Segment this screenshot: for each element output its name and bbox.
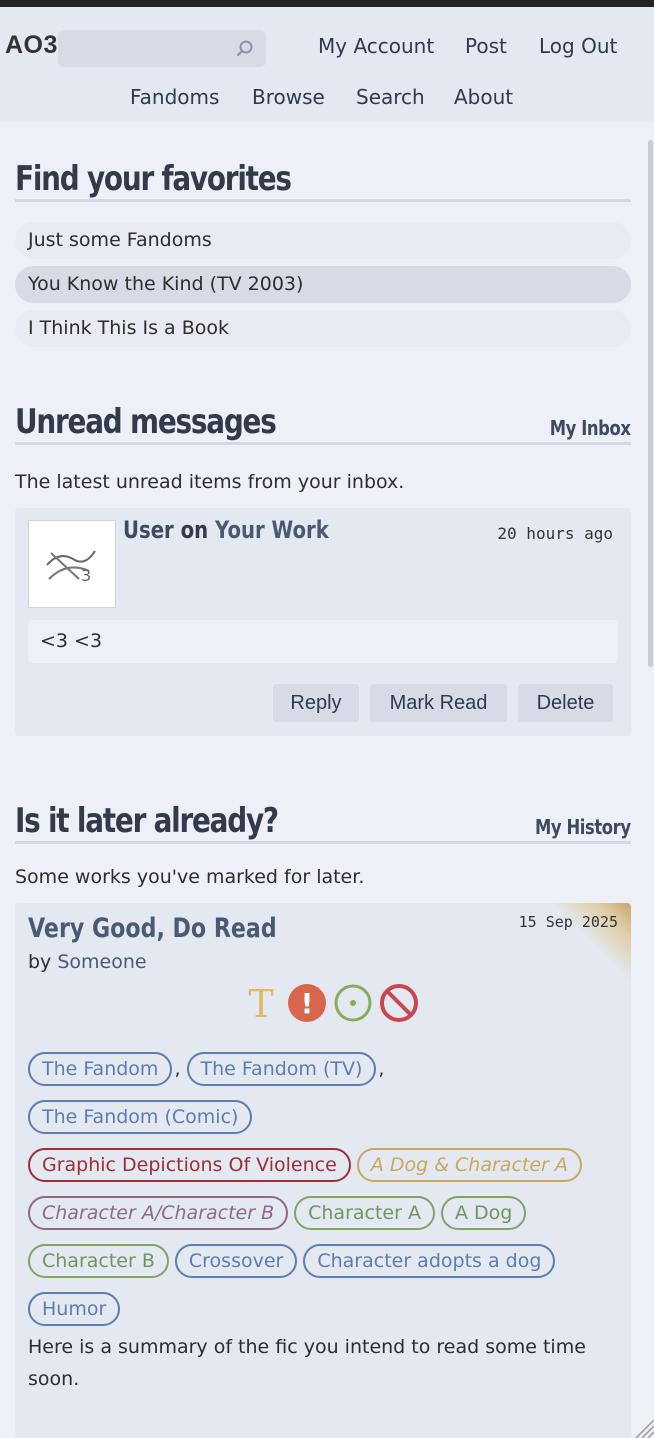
- default-avatar-icon: 3: [46, 550, 96, 585]
- avatar[interactable]: 3: [28, 520, 116, 609]
- work-date: 15 Sep 2025: [518, 913, 618, 932]
- complete-status-icon[interactable]: [379, 983, 419, 1023]
- favorite-item[interactable]: You Know the Kind (TV 2003): [15, 266, 631, 304]
- my-inbox-link[interactable]: My Inbox: [550, 416, 631, 442]
- later-section: Is it later already? My History Some wor…: [15, 801, 631, 1438]
- favorites-heading: Find your favorites: [15, 159, 292, 199]
- later-heading-row: Is it later already? My History: [15, 801, 631, 845]
- svg-text:!: !: [301, 987, 314, 1020]
- nav-browse[interactable]: Browse: [252, 85, 325, 109]
- nav-search[interactable]: Search: [356, 85, 425, 109]
- tag-row: Character B Crossover Character adopts a…: [28, 1237, 618, 1285]
- freeform-tag[interactable]: Character adopts a dog: [303, 1244, 556, 1279]
- nav-fandoms[interactable]: Fandoms: [130, 85, 219, 109]
- message-work-link[interactable]: Your Work: [215, 516, 329, 544]
- relationship-tag[interactable]: A Dog & Character A: [356, 1148, 582, 1183]
- by-label: by: [28, 951, 52, 974]
- work-title-link[interactable]: Very Good, Do Read: [28, 913, 277, 944]
- search-box[interactable]: [58, 30, 266, 67]
- author-link[interactable]: Someone: [57, 951, 146, 973]
- post-link[interactable]: Post: [465, 34, 507, 58]
- messages-heading-row: Unread messages My Inbox: [15, 402, 631, 446]
- character-tag[interactable]: Character A: [294, 1196, 435, 1231]
- message-body: <3 <3: [28, 620, 618, 664]
- favorites-section: Find your favorites Just some Fandoms Yo…: [15, 159, 631, 354]
- later-intro: Some works you've marked for later.: [15, 866, 365, 889]
- site-logo[interactable]: AO3: [5, 31, 58, 60]
- fandom-tag[interactable]: The Fandom (TV): [186, 1052, 377, 1087]
- character-tag[interactable]: A Dog: [440, 1196, 527, 1231]
- messages-heading: Unread messages: [15, 402, 277, 442]
- my-history-link[interactable]: My History: [535, 815, 631, 841]
- tag-row: Graphic Depictions Of Violence A Dog & C…: [28, 1141, 618, 1189]
- site-header: AO3 My Account Post Log Out Fandoms Brow…: [0, 7, 654, 122]
- freeform-tag[interactable]: Crossover: [174, 1244, 298, 1279]
- svg-text:T: T: [248, 983, 273, 1023]
- rating-teen-icon[interactable]: T: [241, 983, 281, 1023]
- log-out-link[interactable]: Log Out: [539, 34, 617, 58]
- work-byline: by Someone: [28, 951, 147, 973]
- warning-icon[interactable]: !: [287, 983, 327, 1023]
- message-item: 3 User on Your Work 20 hours ago <3 <3 R…: [15, 508, 631, 737]
- search-input[interactable]: [58, 30, 266, 67]
- nav-about[interactable]: About: [454, 85, 513, 109]
- reply-button[interactable]: Reply: [273, 684, 359, 723]
- messages-section: Unread messages My Inbox The latest unre…: [15, 402, 631, 737]
- tag-row: Character A/Character B Character A A Do…: [28, 1189, 618, 1237]
- message-timestamp: 20 hours ago: [497, 524, 613, 544]
- warning-tag[interactable]: Graphic Depictions Of Violence: [28, 1148, 351, 1183]
- resize-grip-icon[interactable]: [632, 1416, 654, 1438]
- work-summary: Here is a summary of the fic you intend …: [28, 1336, 586, 1391]
- message-on-label: on: [180, 516, 209, 545]
- freeform-tag[interactable]: Humor: [28, 1292, 121, 1327]
- required-tags: T !: [241, 983, 419, 1023]
- relationship-tag[interactable]: Character A/Character B: [28, 1196, 289, 1231]
- fandom-row: The Fandom, The Fandom (TV),: [28, 1045, 618, 1093]
- svg-text:3: 3: [81, 566, 91, 585]
- work-tags: The Fandom, The Fandom (TV), The Fandom …: [28, 1045, 618, 1333]
- favorite-item[interactable]: Just some Fandoms: [15, 222, 631, 260]
- tag-row: Humor: [28, 1285, 618, 1333]
- message-user-link[interactable]: User: [123, 516, 174, 544]
- later-heading: Is it later already?: [15, 801, 279, 841]
- scrollbar[interactable]: [648, 140, 653, 667]
- fandom-tag[interactable]: The Fandom (Comic): [28, 1100, 253, 1135]
- work-blurb: Very Good, Do Read 15 Sep 2025 by Someon…: [15, 903, 631, 1438]
- top-strip: [0, 0, 654, 7]
- favorite-item[interactable]: I Think This Is a Book: [15, 310, 631, 348]
- fandom-row: The Fandom (Comic): [28, 1093, 618, 1141]
- message-title: User on Your Work: [123, 516, 329, 544]
- search-icon[interactable]: [236, 39, 254, 57]
- category-icon[interactable]: [333, 983, 373, 1023]
- my-account-link[interactable]: My Account: [318, 34, 434, 58]
- character-tag[interactable]: Character B: [28, 1244, 169, 1279]
- fandom-tag[interactable]: The Fandom: [28, 1052, 173, 1087]
- mark-read-button[interactable]: Mark Read: [370, 684, 507, 723]
- messages-intro: The latest unread items from your inbox.: [15, 471, 405, 494]
- favorites-list: Just some Fandoms You Know the Kind (TV …: [15, 222, 631, 348]
- favorites-heading-row: Find your favorites: [15, 159, 631, 203]
- delete-button[interactable]: Delete: [518, 684, 613, 723]
